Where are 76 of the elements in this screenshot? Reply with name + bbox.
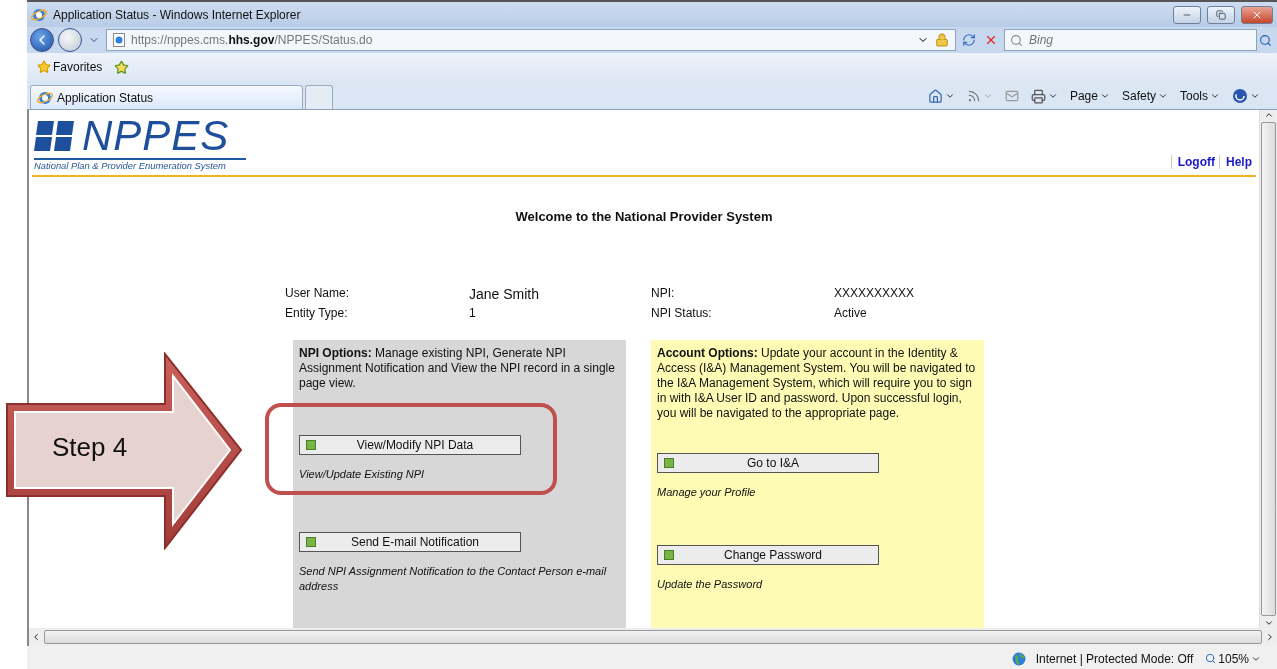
star-icon (37, 60, 51, 74)
refresh-button[interactable] (960, 33, 978, 47)
menu-button[interactable]: Tools (1178, 89, 1222, 103)
panel-description: Account Options: Update your account in the Identity & Access (I&A) Management System. You will be navigated to the I&A Management System, which will require you to sign in with I&A User ID and password. Upon successful login, you will be navigated to the appropriate page. (657, 346, 977, 421)
action-button[interactable]: Send E-mail Notification (299, 532, 521, 552)
scroll-left-icon (31, 632, 41, 642)
step-label: Step 4 (52, 432, 128, 463)
square-icon (306, 440, 316, 450)
caret-icon (1210, 91, 1220, 101)
nav-link[interactable]: Logoff (1170, 155, 1219, 169)
field-label: NPI: (651, 286, 676, 302)
new-tab-button[interactable] (305, 85, 333, 109)
forward-button[interactable] (58, 28, 82, 52)
scroll-right-icon (1265, 632, 1275, 642)
caret-icon (944, 91, 955, 101)
vertical-scrollbar[interactable] (1259, 110, 1277, 628)
zoom-button[interactable]: 105% (1203, 651, 1263, 666)
address-field[interactable]: https://nppes.cms.hhs.gov/NPPES/Status.do (106, 29, 956, 51)
nav-link[interactable]: Help (1219, 155, 1256, 169)
logo-subtitle: National Plan & Provider Enumeration System (34, 160, 227, 171)
browser-logo-icon (31, 6, 47, 23)
zoom-icon (1205, 653, 1217, 664)
caret-icon (1099, 91, 1110, 101)
square-icon (664, 550, 674, 560)
restore-icon (1216, 9, 1226, 20)
menu-button[interactable]: Safety (1119, 89, 1170, 103)
lock-icon (935, 33, 949, 47)
back-button[interactable] (30, 28, 54, 52)
restore-button[interactable] (1207, 5, 1235, 24)
field-label: Entity Type: (285, 306, 349, 320)
field-label: NPI Status: (651, 306, 713, 320)
star-icon (114, 59, 130, 75)
caret-icon (982, 91, 993, 101)
field-label: User Name: (285, 286, 350, 302)
panel-description: NPI Options: Manage existing NPI, Generate NPI Assignment Notification and View the NPI record in a single page view. (299, 346, 616, 391)
logo-mark-icon (34, 119, 76, 153)
scroll-up-icon (1263, 110, 1274, 120)
page-heading: Welcome to the National Provider System (514, 209, 774, 224)
caret-icon (1158, 91, 1168, 101)
page-icon (113, 33, 125, 47)
browser-logo-icon (37, 89, 53, 106)
action-button[interactable]: Go to I&A (657, 453, 879, 473)
square-icon (664, 458, 674, 468)
refresh-icon (962, 33, 976, 47)
printer-icon (1030, 88, 1046, 104)
logo-text: NPPES (82, 116, 230, 156)
close-button[interactable] (1241, 5, 1273, 24)
search-button[interactable] (1257, 33, 1274, 47)
action-button[interactable]: View/Modify NPI Data (299, 435, 521, 455)
favorites-button[interactable]: Favorites (35, 60, 105, 74)
home-icon (927, 88, 943, 104)
action-button[interactable]: Change Password (657, 545, 879, 565)
rss-icon (966, 89, 981, 103)
browser-tab[interactable]: Application Status (30, 85, 303, 109)
field-value: Jane Smith (469, 286, 541, 302)
square-icon (306, 537, 316, 547)
field-value: XXXXXXXXXX (834, 286, 916, 302)
field-value: Active (834, 306, 868, 320)
caret-icon (1250, 91, 1260, 101)
action-note: View/Update Existing NPI (299, 467, 426, 482)
stop-icon (984, 33, 998, 47)
action-note: Send NPI Assignment Notification to the Contact Person e-mail address (299, 564, 608, 594)
search-field[interactable]: Bing (1004, 29, 1257, 51)
action-note: Update the Password (657, 577, 764, 592)
security-zone-status: Internet | Protected Mode: Off (1035, 651, 1194, 666)
globe-icon (1011, 651, 1026, 666)
minimize-button[interactable] (1173, 5, 1201, 24)
scroll-down-icon (1263, 618, 1274, 628)
menu-button[interactable]: Page (1067, 89, 1112, 103)
caret-icon (1047, 91, 1058, 101)
field-value: 1 (469, 306, 477, 320)
window-title: Application Status - Windows Internet Explorer (53, 7, 302, 22)
search-icon (1259, 33, 1272, 47)
mail-icon (1004, 89, 1019, 103)
horizontal-scrollbar[interactable] (27, 628, 1277, 646)
action-note: Manage your Profile (657, 485, 757, 500)
